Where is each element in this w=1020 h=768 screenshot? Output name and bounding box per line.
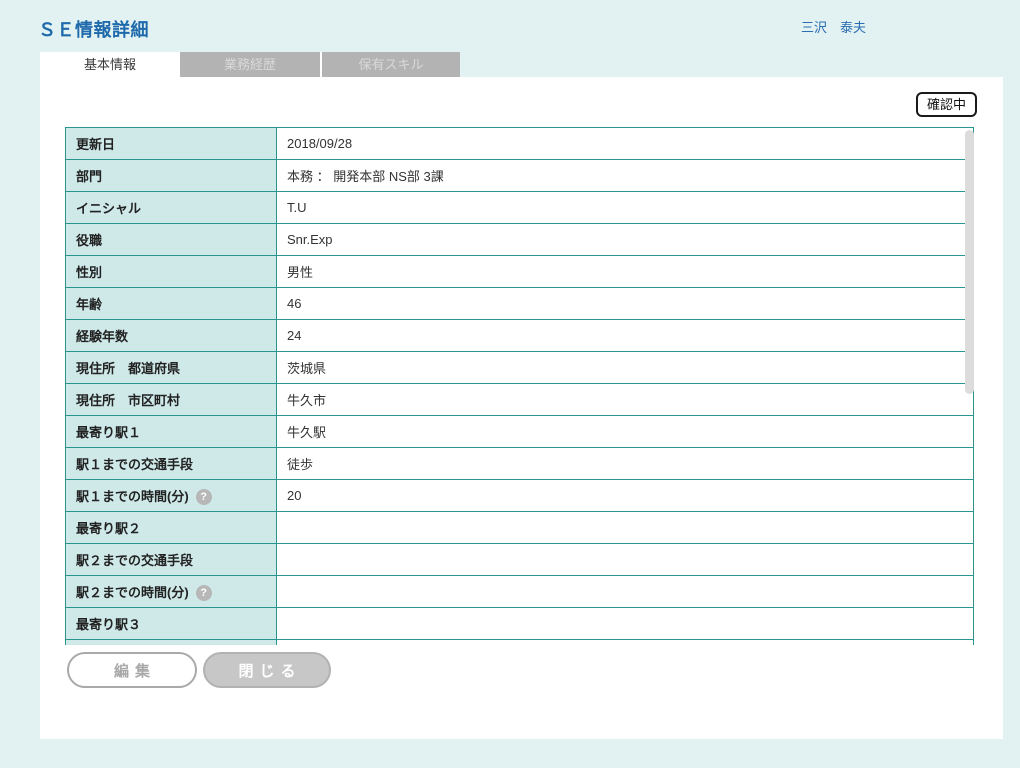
tab-skills[interactable]: 保有スキル [320, 52, 460, 77]
field-value: 男性 [277, 256, 974, 288]
field-label: 最寄り駅３ [66, 608, 277, 640]
help-icon[interactable]: ? [196, 585, 212, 601]
field-label: 現住所 都道府県 [66, 352, 277, 384]
action-buttons: 編集 閉じる [67, 652, 331, 688]
close-button[interactable]: 閉じる [203, 652, 331, 688]
field-value: Snr.Exp [277, 224, 974, 256]
field-value [277, 640, 974, 646]
field-value: 茨城県 [277, 352, 974, 384]
field-value: 本務 ： 開発本部 NS部 3課 [277, 160, 974, 192]
field-value [277, 512, 974, 544]
table-row: 駅２までの時間(分)? [66, 576, 974, 608]
field-label: 最寄り駅１ [66, 416, 277, 448]
field-label: 更新日 [66, 128, 277, 160]
info-table: 更新日2018/09/28部門本務 ： 開発本部 NS部 3課イニシャルT.U役… [65, 127, 974, 645]
scrollbar-thumb[interactable] [965, 130, 974, 394]
field-label [66, 640, 277, 646]
field-label: 年齢 [66, 288, 277, 320]
table-row: 更新日2018/09/28 [66, 128, 974, 160]
tab-work-history[interactable]: 業務経歴 [180, 52, 320, 77]
field-label: イニシャル [66, 192, 277, 224]
table-row: 最寄り駅３ [66, 608, 974, 640]
field-label: 駅１までの交通手段 [66, 448, 277, 480]
table-row: イニシャルT.U [66, 192, 974, 224]
field-value [277, 608, 974, 640]
field-label: 最寄り駅２ [66, 512, 277, 544]
field-value: T.U [277, 192, 974, 224]
field-label: 駅１までの時間(分)? [66, 480, 277, 512]
field-label: 駅２までの時間(分)? [66, 576, 277, 608]
field-label: 経験年数 [66, 320, 277, 352]
status-confirming-button[interactable]: 確認中 [916, 92, 977, 117]
table-row: 性別男性 [66, 256, 974, 288]
field-label: 役職 [66, 224, 277, 256]
field-value: 20 [277, 480, 974, 512]
field-value [277, 576, 974, 608]
info-table-body: 更新日2018/09/28部門本務 ： 開発本部 NS部 3課イニシャルT.U役… [66, 128, 974, 646]
table-row: 部門本務 ： 開発本部 NS部 3課 [66, 160, 974, 192]
field-value: 牛久市 [277, 384, 974, 416]
table-row: 経験年数24 [66, 320, 974, 352]
field-value: 24 [277, 320, 974, 352]
field-value: 46 [277, 288, 974, 320]
table-row: 現住所 市区町村牛久市 [66, 384, 974, 416]
table-row: 駅１までの交通手段徒歩 [66, 448, 974, 480]
tab-basic-info[interactable]: 基本情報 [40, 52, 180, 77]
table-row: 最寄り駅２ [66, 512, 974, 544]
edit-button[interactable]: 編集 [67, 652, 197, 688]
help-icon[interactable]: ? [196, 489, 212, 505]
field-value: 牛久駅 [277, 416, 974, 448]
user-name-link[interactable]: 三沢 泰夫 [801, 17, 866, 36]
field-value [277, 544, 974, 576]
table-row: 役職Snr.Exp [66, 224, 974, 256]
info-table-container: 更新日2018/09/28部門本務 ： 開発本部 NS部 3課イニシャルT.U役… [65, 127, 974, 645]
table-row: 最寄り駅１牛久駅 [66, 416, 974, 448]
field-label: 性別 [66, 256, 277, 288]
page-title: ＳＥ情報詳細 [38, 16, 149, 42]
field-value: 2018/09/28 [277, 128, 974, 160]
field-value: 徒歩 [277, 448, 974, 480]
table-row: 現住所 都道府県茨城県 [66, 352, 974, 384]
table-row: 年齢46 [66, 288, 974, 320]
field-label: 駅２までの交通手段 [66, 544, 277, 576]
table-row: 駅２までの交通手段 [66, 544, 974, 576]
table-row: 駅１までの時間(分)?20 [66, 480, 974, 512]
field-label: 現住所 市区町村 [66, 384, 277, 416]
content-panel: 確認中 更新日2018/09/28部門本務 ： 開発本部 NS部 3課イニシャル… [40, 77, 1003, 739]
tab-bar: 基本情報 業務経歴 保有スキル [40, 52, 460, 77]
table-row [66, 640, 974, 646]
field-label: 部門 [66, 160, 277, 192]
